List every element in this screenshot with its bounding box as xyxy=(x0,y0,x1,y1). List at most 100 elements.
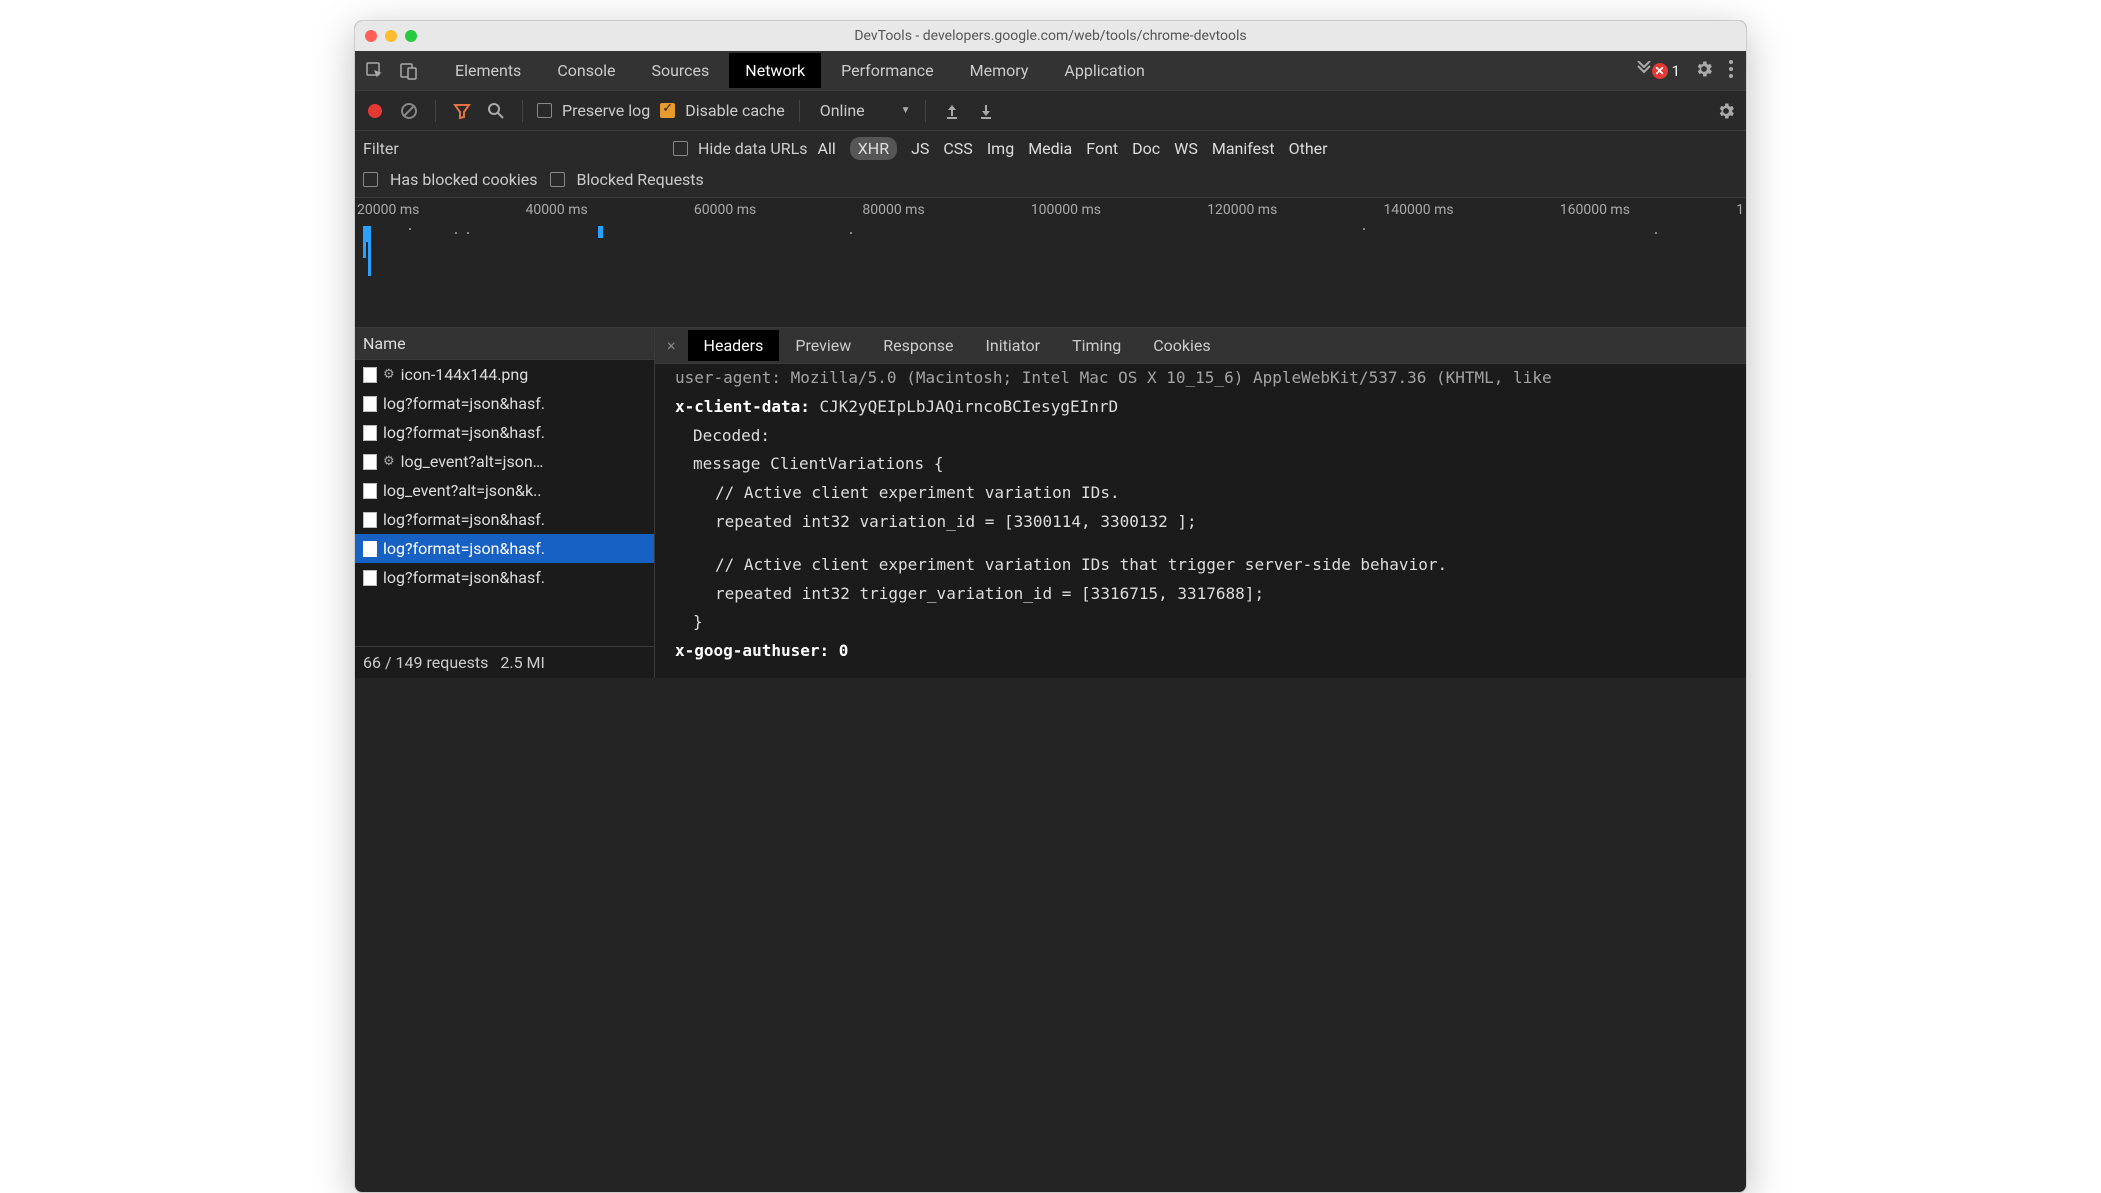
type-filter-manifest[interactable]: Manifest xyxy=(1212,139,1275,158)
detail-tab-preview[interactable]: Preview xyxy=(779,330,867,361)
record-button[interactable] xyxy=(363,99,387,123)
tab-sources[interactable]: Sources xyxy=(635,53,725,88)
request-row[interactable]: log?format=json&hasf. xyxy=(355,534,654,563)
search-icon[interactable] xyxy=(484,99,508,123)
timeline-bar xyxy=(598,226,603,238)
type-filter-css[interactable]: CSS xyxy=(943,139,972,158)
upload-har-icon[interactable] xyxy=(940,99,964,123)
type-filter-js[interactable]: JS xyxy=(911,139,929,158)
file-icon xyxy=(363,483,377,499)
timeline-body xyxy=(355,222,1746,327)
type-filter-ws[interactable]: WS xyxy=(1174,139,1198,158)
timeline-bar xyxy=(368,226,371,276)
request-list: Name ⚙ icon-144x144.png log?format=json&ha… xyxy=(355,328,655,678)
inspect-element-icon[interactable] xyxy=(361,57,389,85)
file-icon xyxy=(363,512,377,528)
gear-icon: ⚙ xyxy=(383,367,395,382)
preserve-log-checkbox[interactable] xyxy=(537,103,552,118)
settings-icon[interactable] xyxy=(1694,59,1714,83)
headers-panel[interactable]: user-agent: Mozilla/5.0 (Macintosh; Inte… xyxy=(655,364,1746,678)
network-settings-icon[interactable] xyxy=(1714,99,1738,123)
request-row[interactable]: log?format=json&hasf. xyxy=(355,389,654,418)
file-icon xyxy=(363,454,377,470)
detail-tab-response[interactable]: Response xyxy=(867,330,969,361)
tab-performance[interactable]: Performance xyxy=(825,53,950,88)
has-blocked-cookies-label: Has blocked cookies xyxy=(390,170,538,189)
main-tabs: ElementsConsoleSourcesNetworkPerformance… xyxy=(439,53,1636,88)
request-row[interactable]: log_event?alt=json&k.. xyxy=(355,476,654,505)
detail-tab-timing[interactable]: Timing xyxy=(1056,330,1137,361)
disable-cache-label: Disable cache xyxy=(685,101,784,120)
type-filter-font[interactable]: Font xyxy=(1086,139,1118,158)
detail-tabs: × HeadersPreviewResponseInitiatorTimingC… xyxy=(655,328,1746,364)
type-filter-other[interactable]: Other xyxy=(1289,139,1328,158)
request-name: log?format=json&hasf. xyxy=(383,423,545,442)
request-row[interactable]: ⚙log_event?alt=json… xyxy=(355,447,654,476)
error-badge[interactable]: ✕ 1 xyxy=(1652,62,1680,80)
timeline-bar xyxy=(366,226,368,242)
status-bar: 66 / 149 requests 2.5 MI xyxy=(355,646,654,678)
decoded-label: Decoded: xyxy=(675,422,1726,451)
file-icon xyxy=(363,396,377,412)
detail-tab-headers[interactable]: Headers xyxy=(688,330,780,361)
kebab-menu-icon[interactable] xyxy=(1728,59,1734,83)
type-filter-doc[interactable]: Doc xyxy=(1132,139,1160,158)
titlebar: DevTools - developers.google.com/web/too… xyxy=(355,21,1746,51)
devtools-window: DevTools - developers.google.com/web/too… xyxy=(354,20,1747,1193)
decoded-line: // Active client experiment variation ID… xyxy=(675,479,1726,508)
hide-data-urls-checkbox[interactable] xyxy=(673,141,688,156)
tab-memory[interactable]: Memory xyxy=(954,53,1045,88)
request-name: log?format=json&hasf. xyxy=(383,510,545,529)
tab-elements[interactable]: Elements xyxy=(439,53,537,88)
detail-tab-cookies[interactable]: Cookies xyxy=(1137,330,1226,361)
network-timeline[interactable]: 20000 ms40000 ms60000 ms80000 ms100000 m… xyxy=(355,198,1746,328)
header-user-agent: user-agent: Mozilla/5.0 (Macintosh; Inte… xyxy=(675,364,1726,393)
main-tabbar: ElementsConsoleSourcesNetworkPerformance… xyxy=(355,51,1746,91)
request-row[interactable]: log?format=json&hasf. xyxy=(355,418,654,447)
download-har-icon[interactable] xyxy=(974,99,998,123)
request-name: log?format=json&hasf. xyxy=(383,539,545,558)
close-detail-icon[interactable]: × xyxy=(655,336,688,355)
request-name: icon-144x144.png xyxy=(401,365,529,384)
request-row[interactable]: log?format=json&hasf. xyxy=(355,505,654,534)
status-requests: 66 / 149 requests xyxy=(363,653,488,672)
timeline-dot xyxy=(1655,232,1657,234)
type-filter-media[interactable]: Media xyxy=(1028,139,1072,158)
error-icon: ✕ xyxy=(1652,63,1668,79)
blocked-requests-label: Blocked Requests xyxy=(577,170,704,189)
preserve-log-label: Preserve log xyxy=(562,101,650,120)
throttling-select[interactable]: Online ▼ xyxy=(820,101,911,120)
type-filter-img[interactable]: Img xyxy=(987,139,1014,158)
request-row[interactable]: log?format=json&hasf. xyxy=(355,563,654,592)
decoded-line: } xyxy=(675,608,1726,637)
detail-tab-initiator[interactable]: Initiator xyxy=(970,330,1057,361)
tab-console[interactable]: Console xyxy=(541,53,631,88)
request-name: log?format=json&hasf. xyxy=(383,394,545,413)
disable-cache-checkbox[interactable] xyxy=(660,103,675,118)
tab-application[interactable]: Application xyxy=(1048,53,1160,88)
device-toolbar-icon[interactable] xyxy=(395,57,423,85)
x-client-data-label: x-client-data: xyxy=(675,397,810,416)
filter-icon[interactable] xyxy=(450,99,474,123)
timeline-tick: 120000 ms xyxy=(1207,202,1277,218)
tab-network[interactable]: Network xyxy=(729,53,821,88)
file-icon xyxy=(363,367,377,383)
request-name: log?format=json&hasf. xyxy=(383,568,545,587)
has-blocked-cookies-checkbox[interactable] xyxy=(363,172,378,187)
request-name: log_event?alt=json… xyxy=(401,452,544,471)
timeline-tick: 160000 ms xyxy=(1560,202,1630,218)
network-toolbar: Preserve log Disable cache Online ▼ xyxy=(355,91,1746,131)
filter-input[interactable]: Filter xyxy=(363,139,663,158)
type-filter-all[interactable]: All xyxy=(818,139,836,158)
type-filter-xhr[interactable]: XHR xyxy=(850,137,897,160)
file-icon xyxy=(363,541,377,557)
more-tabs-icon[interactable] xyxy=(1636,61,1652,81)
request-row[interactable]: ⚙ icon-144x144.png xyxy=(355,360,654,389)
header-x-goog-authuser: x-goog-authuser: 0 xyxy=(675,637,1726,666)
clear-button[interactable] xyxy=(397,99,421,123)
decoded-line: repeated int32 variation_id = [3300114, … xyxy=(675,508,1726,537)
blocked-requests-checkbox[interactable] xyxy=(550,172,565,187)
request-list-header[interactable]: Name xyxy=(355,328,654,360)
timeline-tick: 60000 ms xyxy=(694,202,756,218)
timeline-tick: 100000 ms xyxy=(1031,202,1101,218)
